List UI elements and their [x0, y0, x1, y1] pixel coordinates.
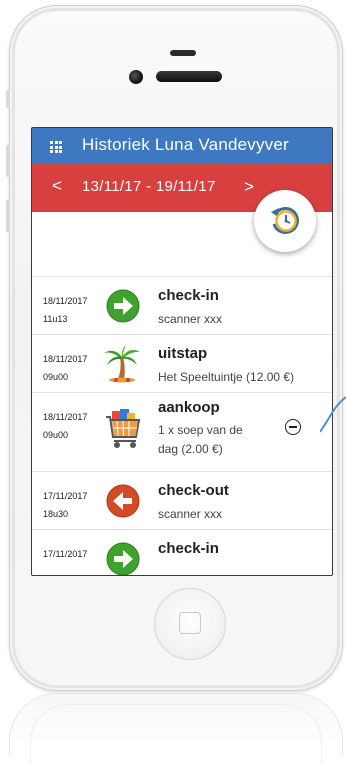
- entry-title: check-in: [158, 540, 219, 557]
- entry-time: 09u00: [43, 430, 69, 440]
- callout-pointer-line: [320, 396, 346, 433]
- app-bar: Historiek Luna Vandevyver: [32, 128, 332, 164]
- arrow-right-icon: [106, 289, 140, 323]
- volume-down-button: [6, 200, 10, 232]
- arrow-left-icon: [106, 484, 140, 518]
- entry-title: check-in: [158, 287, 219, 304]
- phone-reflection: [9, 693, 343, 765]
- entry-subtitle: scanner xxx: [158, 507, 223, 521]
- mute-switch: [6, 90, 10, 108]
- entry-title: aankoop: [158, 399, 220, 416]
- entry-title: uitstap: [158, 345, 208, 362]
- entry-title: check-out: [158, 482, 229, 499]
- history-button[interactable]: [254, 190, 316, 252]
- week-range: 13/11/17 - 19/11/17: [82, 178, 216, 195]
- remove-circle-icon[interactable]: [285, 419, 301, 435]
- previous-week-button[interactable]: <: [52, 176, 62, 196]
- home-button[interactable]: [154, 588, 226, 660]
- entry-subtitle: scanner xxx: [158, 312, 223, 326]
- entry-date: 17/11/2017: [43, 491, 88, 501]
- entry-date: 18/11/2017: [43, 296, 88, 306]
- list-item[interactable]: 18/11/2017 09u00 uitstap Het Speeltuintj…: [32, 335, 332, 393]
- app-screen: Historiek Luna Vandevyver < 13/11/17 - 1…: [31, 127, 333, 576]
- shopping-cart-icon: [106, 409, 141, 448]
- home-square-icon: [179, 612, 201, 634]
- earpiece-speaker: [156, 71, 222, 82]
- entry-date: 18/11/2017: [43, 412, 88, 422]
- proximity-sensor: [170, 50, 196, 56]
- list-item[interactable]: 18/11/2017 09u00 aankoop 1 x soep van de…: [32, 393, 332, 472]
- history-clock-icon: [271, 207, 299, 234]
- entry-time: 18u30: [43, 509, 69, 519]
- entry-subtitle: 1 x soep van de dag (2.00 €): [158, 421, 283, 459]
- front-camera: [129, 70, 143, 84]
- page-title: Historiek Luna Vandevyver: [82, 135, 289, 154]
- arrow-right-icon: [106, 542, 140, 575]
- entry-date: 17/11/2017: [43, 549, 88, 559]
- grid-icon[interactable]: [50, 141, 62, 153]
- entry-time: 11u13: [43, 314, 68, 324]
- next-week-button[interactable]: >: [244, 177, 254, 197]
- entry-subtitle-line: dag (2.00 €): [158, 442, 223, 456]
- list-item[interactable]: 18/11/2017 11u13 check-in scanner xxx: [32, 277, 332, 335]
- volume-up-button: [6, 145, 10, 177]
- list-item[interactable]: 17/11/2017 18u30 check-out scanner xxx: [32, 472, 332, 530]
- list-item[interactable]: 17/11/2017 check-in: [32, 530, 332, 575]
- entry-date: 18/11/2017: [43, 354, 88, 364]
- entry-subtitle: Het Speeltuintje (12.00 €): [158, 370, 295, 384]
- entry-subtitle-line: 1 x soep van de: [158, 423, 243, 437]
- entry-time: 09u00: [43, 372, 69, 382]
- palm-tree-icon: [104, 345, 140, 383]
